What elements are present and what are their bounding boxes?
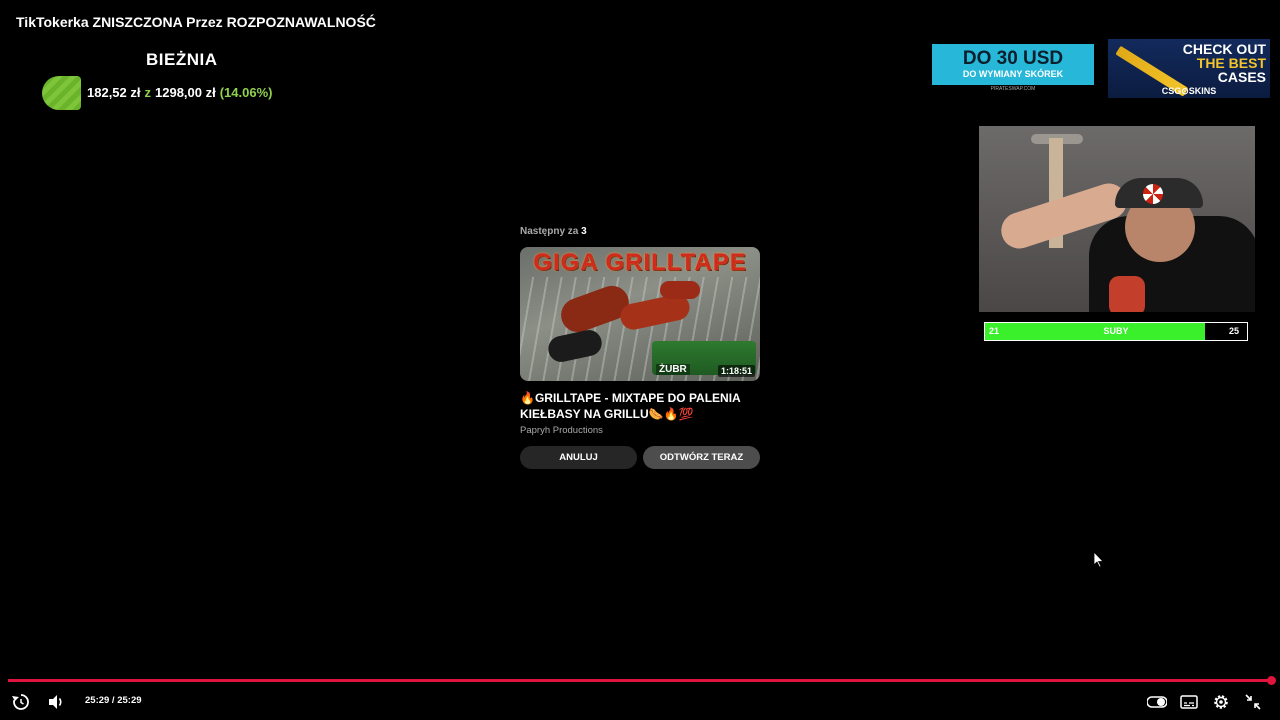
- replay-icon[interactable]: [11, 692, 31, 712]
- exit-fullscreen-icon[interactable]: [1243, 692, 1263, 712]
- time-display: 25:29 / 25:29: [85, 695, 142, 706]
- pirateswap-ad[interactable]: DO 30 USD DO WYMIANY SKÓREK PIRATESWAP.C…: [932, 44, 1094, 94]
- ad-line2: THE BEST: [1196, 55, 1266, 71]
- goal-name: BIEŻNIA: [146, 50, 218, 69]
- autoplay-toggle-icon[interactable]: [1147, 692, 1167, 712]
- play-now-button[interactable]: ODTWÓRZ TERAZ: [643, 446, 760, 469]
- volume-icon[interactable]: [46, 692, 66, 712]
- goal-current: 182,52 zł: [87, 85, 141, 100]
- goal-separator: z: [144, 85, 152, 100]
- ad-footer: PIRATESWAP.COM: [932, 85, 1094, 94]
- video-title: TikTokerka ZNISZCZONA Przez ROZPOZNAWALN…: [16, 14, 376, 30]
- sub-goal-label: SUBY: [1103, 326, 1129, 336]
- webcam-overlay: [979, 126, 1255, 312]
- goal-target: 1298,00 zł: [155, 85, 216, 100]
- ad-subline: DO WYMIANY SKÓREK: [962, 69, 1064, 79]
- ad-line3: CASES: [1217, 69, 1266, 85]
- streamer-hand: [1109, 276, 1145, 312]
- up-next-title[interactable]: 🔥GRILLTAPE - MIXTAPE DO PALENIA KIEŁBASY…: [520, 390, 760, 422]
- sub-goal-bar: SUBY 21 25: [984, 322, 1248, 341]
- up-next-prefix: Następny za: [520, 226, 582, 237]
- cancel-button[interactable]: ANULUJ: [520, 446, 637, 469]
- goal-percent: (14.06%): [219, 85, 273, 100]
- meat-shape: [660, 281, 700, 299]
- goal-progress-icon: [42, 76, 81, 110]
- beer-label: ŻUBR: [656, 364, 690, 375]
- settings-icon[interactable]: [1211, 692, 1231, 712]
- player-progress-bar[interactable]: [8, 676, 1276, 685]
- thumbnail-title: GIGA GRILLTAPE: [533, 249, 747, 276]
- umbrella-logo-icon: [1143, 184, 1163, 204]
- ad-line1: CHECK OUT: [1182, 41, 1266, 57]
- up-next-countdown: 3: [581, 226, 587, 237]
- csgoskins-ad[interactable]: CHECK OUT THE BEST CASES CSG⊙SKINS: [1108, 39, 1270, 98]
- up-next-label: Następny za 3: [520, 226, 587, 237]
- video-duration: 1:18:51: [717, 365, 755, 377]
- up-next-channel: Papryh Productions: [520, 425, 603, 436]
- sub-goal-current: 21: [989, 326, 1000, 336]
- up-next-thumbnail[interactable]: ŻUBR GIGA GRILLTAPE 1:18:51: [520, 247, 760, 381]
- progress-scrubber[interactable]: [1267, 676, 1276, 685]
- goal-amount-line: 182,52 zł z 1298,00 zł (14.06%): [87, 85, 272, 100]
- subtitles-icon[interactable]: [1179, 692, 1199, 712]
- ad-brand: CSG⊙SKINS: [1161, 86, 1217, 96]
- sub-goal-target: 25: [1228, 326, 1239, 336]
- ad-headline: DO 30 USD: [962, 48, 1064, 69]
- mouse-cursor-icon: [1094, 552, 1104, 568]
